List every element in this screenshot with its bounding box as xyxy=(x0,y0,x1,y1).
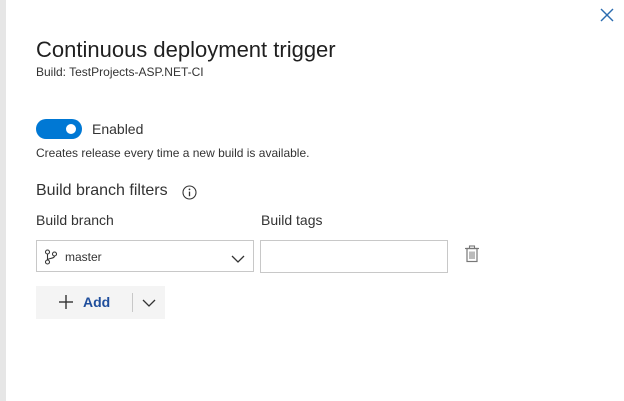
branch-filters-heading: Build branch filters xyxy=(36,182,168,199)
trigger-description: Creates release every time a new build i… xyxy=(36,146,310,160)
build-tags-input[interactable] xyxy=(260,240,448,273)
close-icon[interactable] xyxy=(598,6,616,24)
branch-value: master xyxy=(65,250,102,264)
branch-icon xyxy=(44,249,58,265)
add-filter-button[interactable]: Add xyxy=(36,286,132,319)
build-subtitle: Build: TestProjects-ASP.NET-CI xyxy=(36,65,204,79)
build-branch-dropdown[interactable]: master xyxy=(36,240,254,272)
toggle-knob xyxy=(66,124,76,134)
chevron-down-icon xyxy=(142,299,156,307)
build-branch-label: Build branch xyxy=(36,212,114,228)
toggle-label: Enabled xyxy=(92,121,144,137)
chevron-down-icon xyxy=(231,251,245,263)
trash-icon[interactable] xyxy=(464,245,480,263)
info-icon[interactable] xyxy=(182,185,197,200)
add-label: Add xyxy=(83,294,111,310)
add-filter-split-button: Add xyxy=(36,286,165,319)
build-tags-label: Build tags xyxy=(261,212,323,228)
enabled-toggle[interactable] xyxy=(36,119,82,139)
add-options-dropdown[interactable] xyxy=(133,286,165,319)
plus-icon xyxy=(58,294,74,310)
panel-title: Continuous deployment trigger xyxy=(36,37,336,62)
cd-trigger-panel: Continuous deployment trigger Build: Tes… xyxy=(0,0,624,401)
